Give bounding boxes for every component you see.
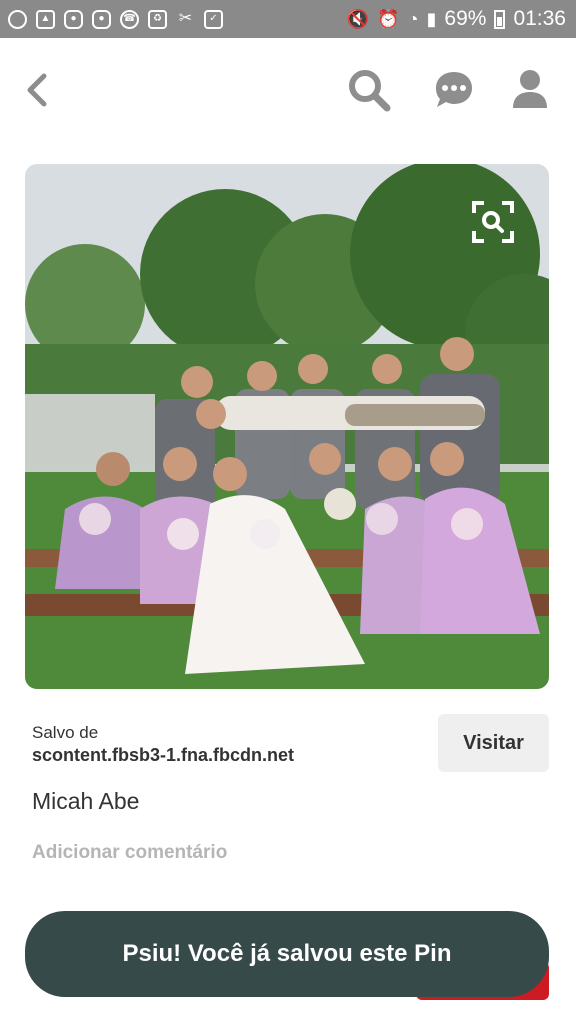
back-button[interactable] [20,68,54,112]
visual-search-button[interactable] [471,200,515,244]
mute-icon: 🔇 [346,8,370,29]
wifi-icon: ◔ [407,8,419,29]
tools-icon: ✂ [178,10,193,27]
status-bar: ▲ ● ● ☎ ♻ ✂ ✓ 🔇 ⏰ ◔ ▮ 69% 01:36 [0,0,576,38]
battery-icon [494,9,506,29]
whatsapp-icon: ☎ [120,9,139,29]
battery-percent: 69% [444,7,487,30]
chevron-left-icon [27,73,47,107]
instagram-icon: ● [92,9,111,29]
visit-button[interactable]: Visitar [438,714,549,772]
profile-button[interactable] [511,68,549,112]
saved-from-label: Salvo de [32,723,99,742]
notification-icons: ▲ ● ● ☎ ♻ ✂ ✓ [8,9,223,29]
person-icon [513,70,547,108]
search-button[interactable] [347,68,393,114]
source-link[interactable]: scontent.fbsb3-1.fna.fbcdn.net [32,745,294,766]
clock: 01:36 [513,7,566,30]
signal-icon: ▮ [426,8,437,29]
pin-image[interactable] [25,164,549,689]
comment-input[interactable]: Adicionar comentário [32,842,432,864]
visual-search-icon [472,201,514,243]
instagram-icon: ● [64,9,83,29]
pin-author[interactable]: Micah Abe [32,788,139,815]
clipboard-check-icon: ✓ [204,9,223,29]
chat-bubble-icon [436,72,472,107]
top-nav [0,38,576,142]
search-icon [349,70,391,112]
notification-icon [8,9,27,29]
alarm-icon: ⏰ [377,8,400,29]
recycle-icon: ♻ [148,9,167,29]
messages-button[interactable] [432,68,476,112]
system-status: 🔇 ⏰ ◔ ▮ 69% 01:36 [347,7,566,31]
gallery-icon: ▲ [36,9,55,29]
already-saved-toast: Psiu! Você já salvou este Pin [25,911,549,997]
toast-message: Psiu! Você já salvou este Pin [122,940,452,967]
